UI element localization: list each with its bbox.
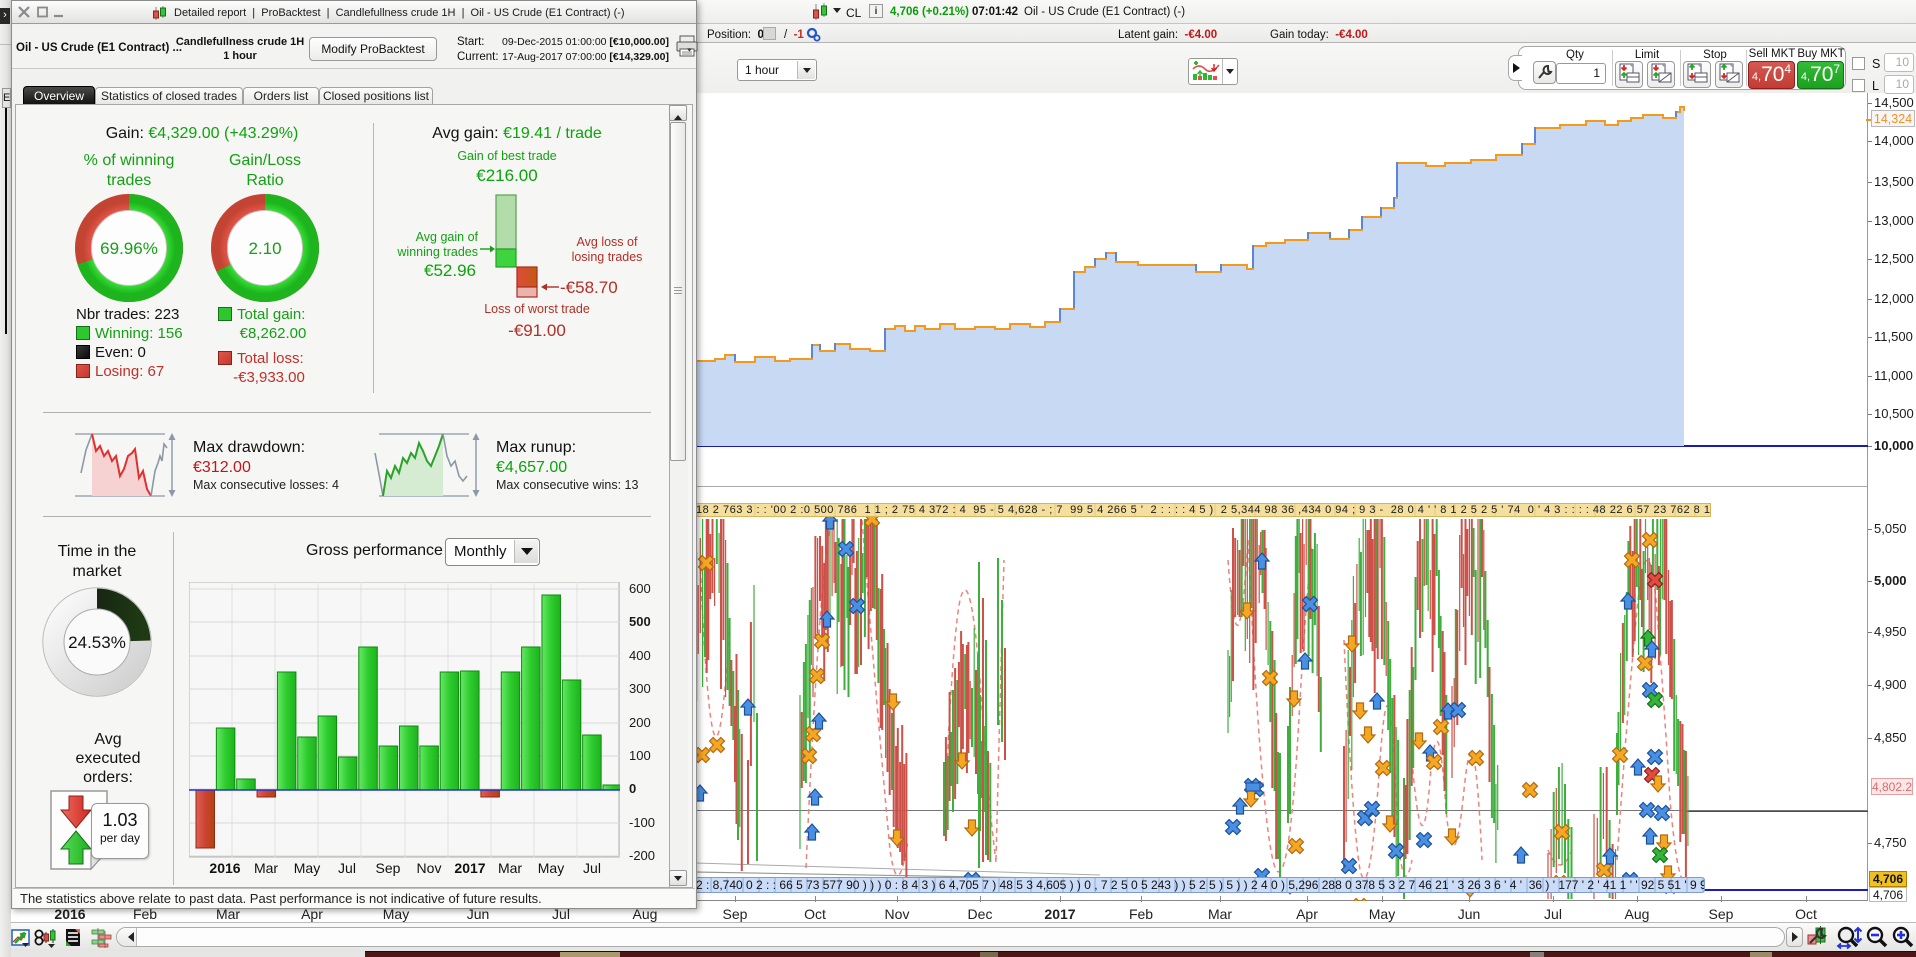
svg-text:24.53%: 24.53% bbox=[68, 633, 126, 652]
svg-text:2.10: 2.10 bbox=[248, 239, 281, 258]
svg-text:69.96%: 69.96% bbox=[100, 239, 158, 258]
